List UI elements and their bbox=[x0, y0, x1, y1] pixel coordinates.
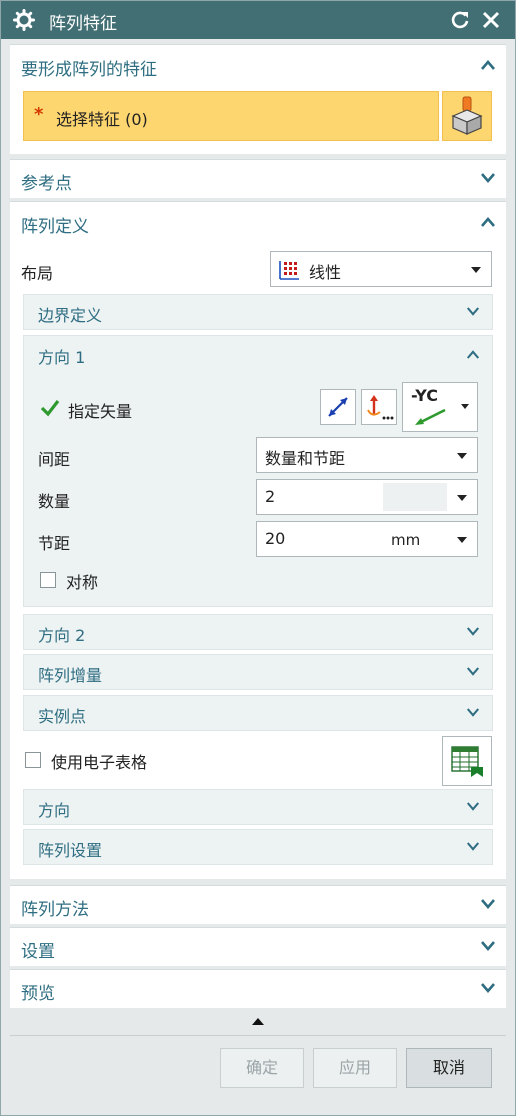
subsection-label: 阵列增量 bbox=[38, 666, 103, 685]
count-label: 数量 bbox=[38, 492, 71, 511]
chevron-up-icon[interactable] bbox=[466, 349, 482, 361]
section-header-features[interactable]: 要形成阵列的特征 bbox=[10, 46, 506, 84]
select-feature-label: 选择特征 (0) bbox=[56, 110, 148, 129]
section-label: 预览 bbox=[21, 984, 55, 1004]
count-expression-area bbox=[383, 483, 447, 511]
subsection-label: 实例点 bbox=[38, 707, 87, 726]
chevron-down-icon bbox=[480, 898, 496, 910]
reverse-direction-icon bbox=[328, 397, 348, 417]
select-feature-field[interactable]: * 选择特征 (0) bbox=[23, 91, 439, 141]
spacing-label: 间距 bbox=[38, 450, 71, 469]
chevron-down-icon bbox=[480, 982, 496, 994]
section-label: 参考点 bbox=[21, 174, 72, 194]
symmetric-label: 对称 bbox=[66, 573, 99, 592]
close-icon[interactable] bbox=[479, 8, 503, 32]
footer-divider bbox=[10, 1035, 506, 1036]
subsection-boundary[interactable]: 边界定义 bbox=[23, 294, 493, 330]
use-spreadsheet-label: 使用电子表格 bbox=[51, 753, 148, 772]
spreadsheet-icon bbox=[451, 746, 483, 777]
symmetric-checkbox[interactable] bbox=[40, 572, 56, 588]
section-header-method[interactable]: 阵列方法 bbox=[10, 886, 506, 924]
layout-select[interactable]: 线性 bbox=[270, 251, 492, 287]
chevron-down-icon bbox=[466, 306, 482, 318]
subsection-increment[interactable]: 阵列增量 bbox=[23, 654, 493, 690]
chevron-down-icon bbox=[466, 801, 482, 813]
select-feature-button[interactable] bbox=[442, 91, 492, 141]
chevron-down-icon bbox=[480, 172, 496, 184]
reset-icon[interactable] bbox=[449, 9, 471, 31]
section-label: 阵列定义 bbox=[21, 217, 89, 237]
title-bar: 阵列特征 bbox=[1, 1, 515, 39]
collapse-up-icon[interactable] bbox=[250, 1016, 266, 1026]
section-header-settings[interactable]: 设置 bbox=[10, 928, 506, 966]
subsection-direction2[interactable]: 方向 2 bbox=[23, 614, 493, 650]
pitch-value: 20 bbox=[265, 529, 286, 548]
vector-constructor-icon bbox=[367, 395, 394, 420]
apply-button[interactable]: 应用 bbox=[313, 1048, 397, 1088]
feature-cube-icon bbox=[451, 96, 483, 135]
spreadsheet-button[interactable] bbox=[442, 736, 492, 786]
spacing-value: 数量和节距 bbox=[265, 449, 346, 468]
specify-vector-label: 指定矢量 bbox=[68, 402, 133, 421]
dialog-title: 阵列特征 bbox=[49, 14, 117, 34]
dropdown-arrow-icon bbox=[471, 267, 481, 273]
subsection-array-settings[interactable]: 阵列设置 bbox=[23, 829, 493, 865]
vector-type-select[interactable]: -YC bbox=[402, 382, 478, 432]
ok-button[interactable]: 确定 bbox=[220, 1048, 304, 1088]
layout-value: 线性 bbox=[309, 263, 342, 282]
subsection-direction[interactable]: 方向 bbox=[23, 789, 493, 825]
subsection-label: 方向 bbox=[38, 801, 71, 820]
use-spreadsheet-checkbox[interactable] bbox=[25, 752, 41, 768]
chevron-down-icon bbox=[466, 666, 482, 678]
linear-grid-icon bbox=[279, 261, 299, 280]
pattern-feature-dialog: 阵列特征 要形成阵列的特征 * 选择特征 (0) 参考点 阵列定义 布局 线性 … bbox=[0, 0, 516, 1116]
direction1-title[interactable]: 方向 1 bbox=[38, 344, 85, 368]
vector-dialog-button[interactable] bbox=[361, 389, 397, 425]
cancel-button[interactable]: 取消 bbox=[406, 1048, 492, 1088]
checkmark-icon bbox=[40, 400, 60, 417]
subsection-label: 边界定义 bbox=[38, 306, 103, 325]
dropdown-arrow-icon bbox=[457, 495, 467, 501]
subsection-label: 方向 2 bbox=[38, 626, 86, 645]
chevron-up-icon bbox=[480, 216, 496, 228]
dropdown-arrow-icon bbox=[457, 537, 467, 543]
subsection-instance-points[interactable]: 实例点 bbox=[23, 695, 493, 731]
layout-label: 布局 bbox=[21, 264, 54, 283]
vector-arrow-icon bbox=[415, 408, 446, 425]
chevron-up-icon bbox=[480, 59, 496, 71]
chevron-down-icon bbox=[466, 707, 482, 719]
dropdown-arrow-icon bbox=[457, 453, 467, 459]
chevron-down-icon bbox=[466, 626, 482, 638]
pitch-label: 节距 bbox=[38, 534, 71, 553]
subsection-label: 阵列设置 bbox=[38, 841, 103, 860]
dropdown-arrow-icon bbox=[461, 404, 469, 409]
spacing-select[interactable]: 数量和节距 bbox=[256, 437, 478, 473]
section-label: 设置 bbox=[21, 942, 55, 962]
count-input[interactable]: 2 bbox=[256, 479, 478, 515]
chevron-down-icon bbox=[480, 940, 496, 952]
required-mark: * bbox=[34, 104, 44, 125]
gear-icon bbox=[13, 9, 35, 31]
count-value: 2 bbox=[265, 487, 276, 506]
section-header-preview[interactable]: 预览 bbox=[10, 970, 506, 1008]
section-label: 要形成阵列的特征 bbox=[21, 60, 157, 80]
section-label: 阵列方法 bbox=[21, 900, 89, 920]
reverse-direction-button[interactable] bbox=[320, 389, 356, 425]
pitch-unit: mm bbox=[391, 531, 421, 549]
section-header-definition[interactable]: 阵列定义 bbox=[10, 203, 506, 241]
direction1-group: 方向 1 指定矢量 -YC 间距 数量和节距 数量 2 节距 20 mm 对称 bbox=[23, 335, 493, 607]
pitch-input[interactable]: 20 mm bbox=[256, 521, 478, 557]
chevron-down-icon bbox=[466, 841, 482, 853]
section-header-ref-point[interactable]: 参考点 bbox=[10, 160, 506, 198]
vector-type-value: -YC bbox=[411, 386, 439, 405]
